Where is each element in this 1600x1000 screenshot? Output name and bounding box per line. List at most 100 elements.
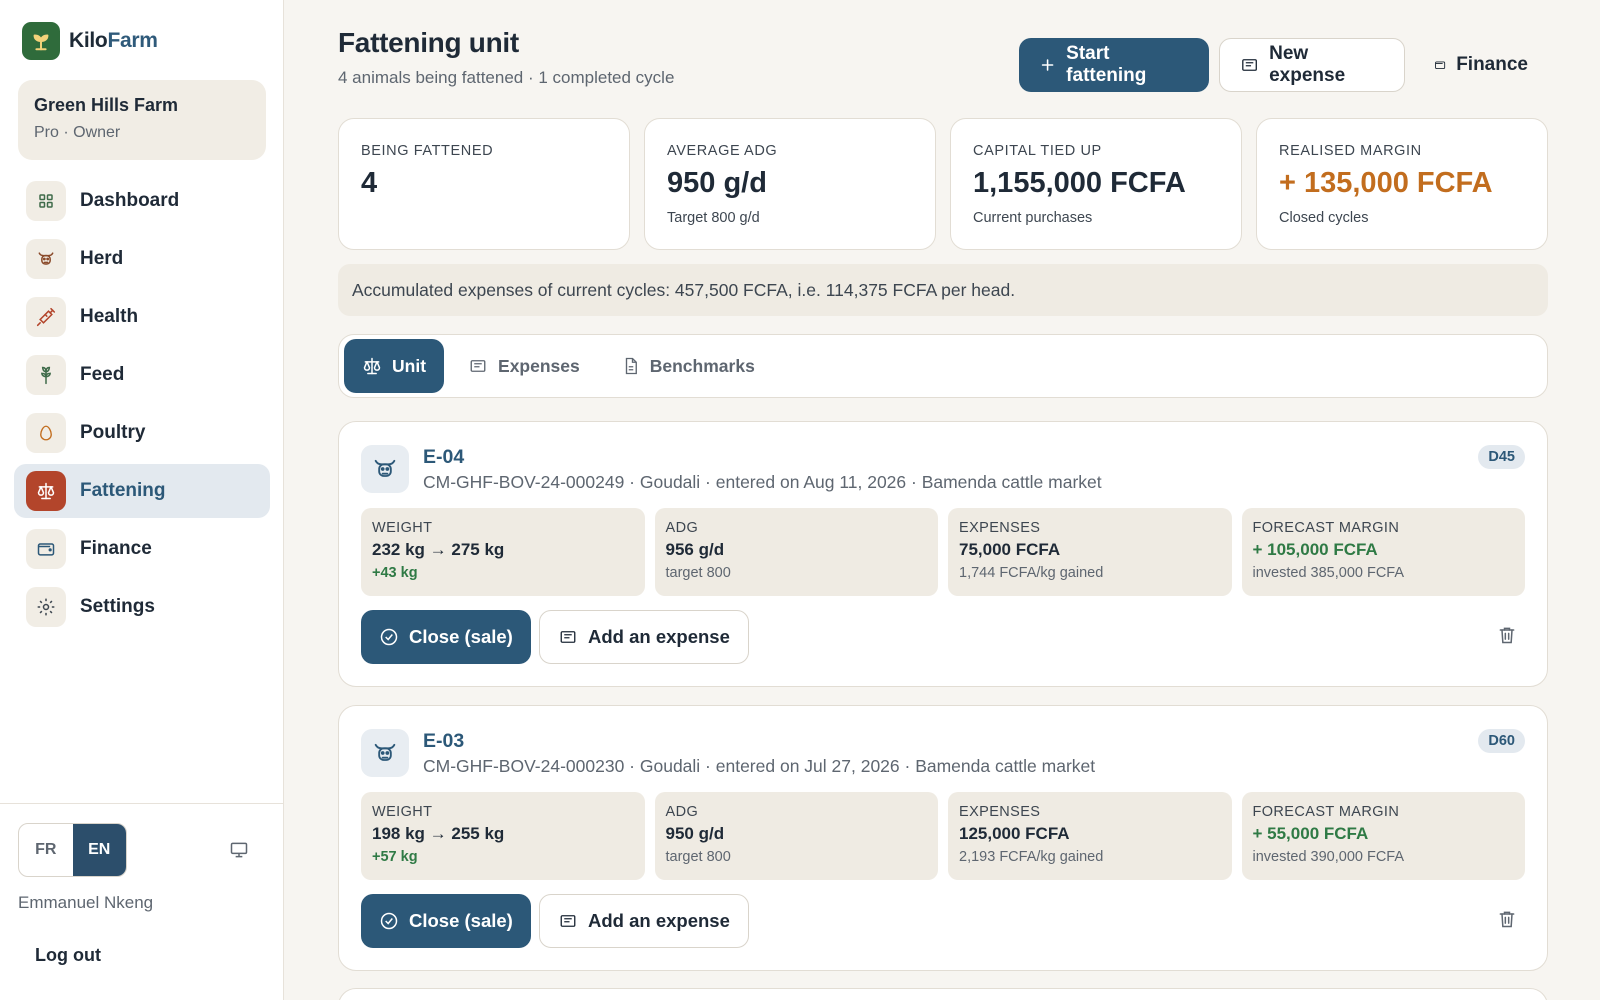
sidebar-item-feed[interactable]: Feed — [14, 348, 270, 402]
animal-id-link[interactable]: E-04 — [423, 446, 464, 469]
sidebar-item-fattening[interactable]: Fattening — [14, 464, 270, 518]
tab-benchmarks[interactable]: Benchmarks — [604, 339, 773, 393]
kpi-value: 950 g/d — [667, 167, 767, 199]
scale-icon — [26, 471, 66, 511]
days-badge: D45 — [1478, 445, 1525, 469]
stat-value: 125,000 FCFA — [959, 824, 1070, 843]
animal-id-link[interactable]: E-03 — [423, 730, 464, 753]
animal-meta: CM-GHF-BOV-24-000249 · Goudali · entered… — [423, 472, 1102, 492]
expenses-summary-banner: Accumulated expenses of current cycles: … — [338, 264, 1548, 316]
animal-card — [338, 988, 1548, 1000]
new-expense-label: New expense — [1269, 43, 1346, 86]
tab-unit[interactable]: Unit — [344, 339, 445, 393]
cow-icon — [361, 729, 409, 777]
stat-label: Weight — [372, 804, 433, 820]
kpi-note: Closed cycles — [1279, 210, 1369, 226]
sprout-icon — [22, 22, 60, 60]
close-sale-button[interactable]: Close (sale) — [361, 894, 531, 948]
finance-label: Finance — [1456, 54, 1528, 75]
sidebar-item-settings[interactable]: Settings — [14, 580, 270, 634]
kpi-average-adg: Average ADG 950 g/d Target 800 g/d — [644, 118, 936, 250]
sidebar-item-poultry[interactable]: Poultry — [14, 406, 270, 460]
tab-label: Benchmarks — [649, 355, 755, 376]
trash-icon[interactable] — [1497, 624, 1517, 651]
sidebar-item-label: Poultry — [80, 422, 146, 443]
farm-switcher[interactable]: Green Hills Farm Pro · Owner — [18, 80, 266, 160]
sidebar-item-herd[interactable]: Herd — [14, 232, 270, 286]
sidebar-item-label: Herd — [80, 248, 124, 269]
language-switcher: FR EN — [18, 823, 127, 877]
add-expense-button[interactable]: Add an expense — [539, 610, 749, 664]
wallet-icon — [26, 529, 66, 569]
kpi-label: Realised margin — [1279, 143, 1422, 159]
farm-plan-role: Pro · Owner — [34, 124, 121, 141]
add-expense-button[interactable]: Add an expense — [539, 894, 749, 948]
lang-en-button[interactable]: EN — [72, 824, 126, 876]
close-sale-label: Close (sale) — [409, 626, 513, 647]
kpi-note: Target 800 g/d — [667, 210, 760, 226]
kpi-value: + 135,000 FCFA — [1279, 167, 1493, 199]
stat-label: ADG — [665, 804, 699, 820]
sidebar-item-health[interactable]: Health — [14, 290, 270, 344]
tab-bar: Unit Expenses Benchmarks — [338, 334, 1548, 398]
tab-label: Unit — [392, 355, 427, 376]
wallet-icon — [1435, 61, 1446, 70]
monitor-icon[interactable] — [228, 840, 250, 865]
wheat-icon — [26, 355, 66, 395]
plus-icon — [1041, 59, 1054, 71]
stat-forecast-margin: Forecast margin + 55,000 FCFA invested 3… — [1241, 792, 1525, 880]
start-fattening-button[interactable]: Start fattening — [1019, 38, 1209, 92]
finance-button[interactable]: Finance — [1414, 38, 1548, 92]
sidebar-item-label: Health — [80, 306, 139, 327]
stat-expenses: Expenses 125,000 FCFA 2,193 FCFA/kg gain… — [948, 792, 1232, 880]
stat-label: Forecast margin — [1252, 804, 1400, 820]
stat-value: 232 kg → 275 kg — [372, 540, 505, 559]
stat-note: +43 kg — [372, 565, 418, 581]
animal-card: E-04 CM-GHF-BOV-24-000249 · Goudali · en… — [338, 421, 1548, 687]
days-badge: D60 — [1478, 729, 1525, 753]
animal-stats: Weight 198 kg → 255 kg +57 kg ADG 950 g/… — [361, 792, 1525, 880]
close-sale-label: Close (sale) — [409, 910, 513, 931]
sidebar-item-dashboard[interactable]: Dashboard — [14, 174, 270, 228]
sidebar-item-label: Fattening — [80, 480, 166, 501]
sidebar-item-label: Finance — [80, 538, 152, 559]
lang-fr-button[interactable]: FR — [19, 824, 73, 876]
stat-forecast-margin: Forecast margin + 105,000 FCFA invested … — [1241, 508, 1525, 596]
stat-adg: ADG 950 g/d target 800 — [654, 792, 938, 880]
kpi-capital-tied-up: Capital tied up 1,155,000 FCFA Current p… — [950, 118, 1242, 250]
egg-icon — [26, 413, 66, 453]
stat-value: 75,000 FCFA — [959, 540, 1061, 559]
main-content: Fattening unit 4 animals being fattened … — [338, 0, 1548, 1000]
start-fattening-label: Start fattening — [1066, 43, 1147, 86]
brand-name: KiloFarm — [69, 29, 158, 52]
page-title: Fattening unit — [338, 27, 519, 58]
kpi-value: 1,155,000 FCFA — [973, 167, 1186, 199]
stat-note: 2,193 FCFA/kg gained — [959, 849, 1104, 865]
stat-weight: Weight 198 kg → 255 kg +57 kg — [361, 792, 645, 880]
scale-icon — [363, 357, 381, 375]
cow-icon — [361, 445, 409, 493]
kpi-label: Average ADG — [667, 143, 778, 159]
stat-expenses: Expenses 75,000 FCFA 1,744 FCFA/kg gaine… — [948, 508, 1232, 596]
kpi-value: 4 — [361, 167, 378, 199]
sidebar: KiloFarm Green Hills Farm Pro · Owner Da… — [0, 0, 284, 1000]
animal-meta: CM-GHF-BOV-24-000230 · Goudali · entered… — [423, 756, 1096, 776]
trash-icon[interactable] — [1497, 908, 1517, 935]
add-expense-label: Add an expense — [588, 626, 730, 647]
kpi-label: Capital tied up — [973, 143, 1102, 159]
logout-button[interactable]: Log out — [35, 945, 101, 966]
sidebar-item-label: Dashboard — [80, 190, 180, 211]
close-sale-button[interactable]: Close (sale) — [361, 610, 531, 664]
stat-adg: ADG 956 g/d target 800 — [654, 508, 938, 596]
kpi-note: Current purchases — [973, 210, 1093, 226]
brand[interactable]: KiloFarm — [22, 22, 158, 60]
new-expense-button[interactable]: New expense — [1219, 38, 1405, 92]
sidebar-item-finance[interactable]: Finance — [14, 522, 270, 576]
tab-expenses[interactable]: Expenses — [450, 339, 598, 393]
stat-label: Expenses — [959, 520, 1041, 536]
kpi-realised-margin: Realised margin + 135,000 FCFA Closed cy… — [1256, 118, 1548, 250]
animal-card: E-03 CM-GHF-BOV-24-000230 · Goudali · en… — [338, 705, 1548, 971]
stat-value: 198 kg → 255 kg — [372, 824, 505, 843]
stat-note: +57 kg — [372, 849, 418, 865]
farm-name: Green Hills Farm — [34, 95, 179, 115]
